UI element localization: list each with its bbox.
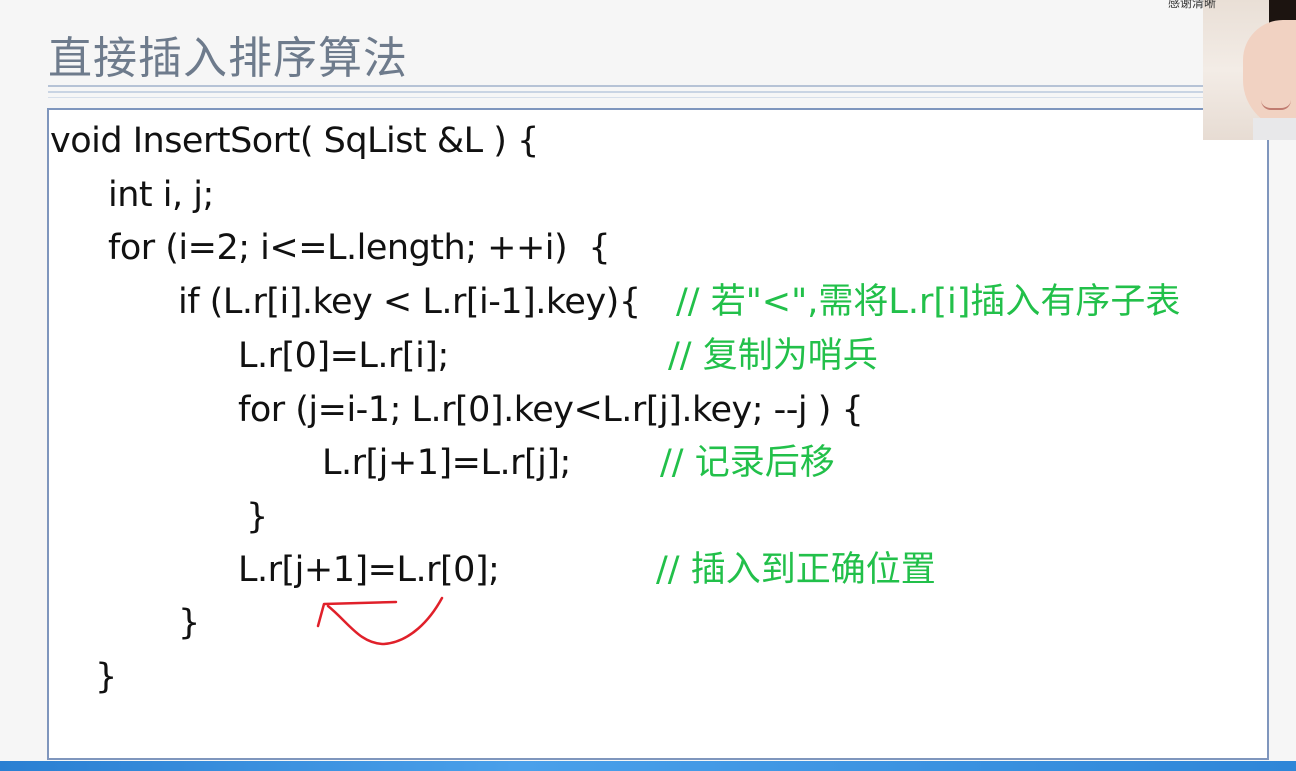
code-line: int i, j;: [108, 175, 214, 215]
code-comment: // 复制为哨兵: [668, 336, 878, 376]
slide-title: 直接插入排序算法: [48, 33, 408, 84]
title-divider: [48, 97, 1208, 98]
code-line: for (i=2; i<=L.length; ++i) {: [108, 228, 611, 268]
code-line: L.r[j+1]=L.r[j];: [322, 443, 571, 483]
code-line: L.r[0]=L.r[i];: [238, 336, 449, 376]
code-comment: // 若"<",需将L.r[i]插入有序子表: [676, 282, 1181, 322]
code-comment: // 插入到正确位置: [656, 550, 936, 590]
title-divider: [48, 85, 1208, 87]
code-line: for (j=i-1; L.r[0].key<L.r[j].key; --j )…: [238, 390, 864, 430]
webcam-caption: 感谢清晰: [1168, 0, 1217, 10]
bottom-bar: [0, 761, 1296, 771]
code-line: if (L.r[i].key < L.r[i-1].key){: [178, 282, 641, 322]
webcam-collar: [1253, 118, 1296, 140]
code-line: L.r[j+1]=L.r[0];: [238, 550, 500, 590]
code-line: }: [178, 603, 200, 643]
webcam-overlay: [1203, 0, 1296, 140]
code-line: }: [95, 657, 117, 697]
code-box: [47, 108, 1269, 760]
handwritten-arrow-annotation: [316, 596, 444, 646]
code-comment: // 记录后移: [660, 443, 835, 483]
code-line: }: [246, 497, 268, 537]
webcam-face: [1243, 20, 1296, 130]
slide: 直接插入排序算法 void InsertSort( SqList &L ) { …: [0, 0, 1296, 771]
code-line: void InsertSort( SqList &L ) {: [50, 121, 539, 161]
title-divider: [48, 91, 1208, 93]
